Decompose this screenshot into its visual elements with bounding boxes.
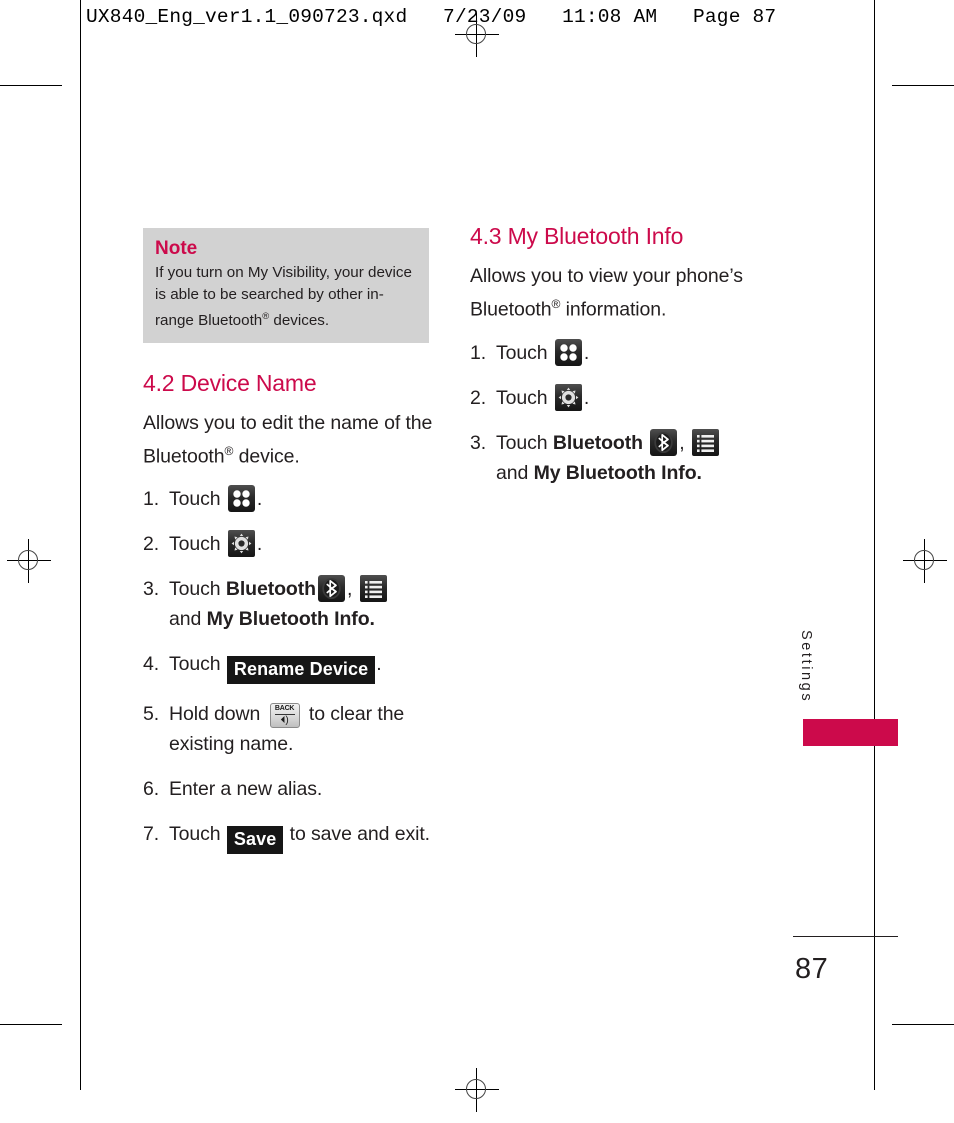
step-text-second-line: and xyxy=(496,461,529,484)
step-text-after: . xyxy=(256,533,263,556)
step-number: 7. xyxy=(143,823,160,846)
crop-mark-top-right-h xyxy=(892,85,954,86)
note-body-line-3-post: devices. xyxy=(269,312,330,330)
step-number: 3. xyxy=(470,431,487,454)
step-text-after: to save and exit. xyxy=(289,823,430,846)
step-text: Touch xyxy=(169,823,221,846)
step-item: 2. Touch . xyxy=(470,383,770,413)
bluetooth-icon[interactable] xyxy=(317,575,345,603)
page-number: 87 xyxy=(795,953,829,985)
grid-apps-icon[interactable] xyxy=(554,338,582,366)
gear-settings-icon[interactable] xyxy=(554,383,582,411)
step-text: Hold down xyxy=(169,703,261,726)
note-body: If you turn on My Visibility, your devic… xyxy=(155,262,417,332)
step-item: 1. Touch . xyxy=(143,484,443,514)
crop-mark-top-right-v xyxy=(874,0,875,66)
chapter-tab-bar xyxy=(803,719,898,746)
folio-rule xyxy=(793,936,898,937)
step-number: 6. xyxy=(143,778,160,801)
step-separator: , xyxy=(346,578,353,601)
save-button[interactable]: Save xyxy=(226,826,284,855)
list-menu-icon[interactable] xyxy=(691,428,719,456)
print-header-line: UX840_Eng_ver1.1_090723.qxd 7/23/09 11:0… xyxy=(86,6,777,28)
device-name-intro-post: device. xyxy=(233,445,300,468)
registration-mark-right xyxy=(903,539,947,583)
my-bluetooth-info-intro: Allows you to view your phone’s Bluetoot… xyxy=(470,262,770,324)
section-title-device-name: 4.2 Device Name xyxy=(143,369,317,396)
step-number: 1. xyxy=(143,488,160,511)
step-text: Touch xyxy=(496,341,548,364)
device-name-intro: Allows you to edit the name of the Bluet… xyxy=(143,409,443,471)
step-number: 1. xyxy=(470,341,487,364)
registration-mark-left xyxy=(7,539,51,583)
crop-mark-bottom-right-v xyxy=(874,1024,875,1090)
step-number: 3. xyxy=(143,578,160,601)
step-number: 4. xyxy=(143,653,160,676)
step-text: Enter a new alias. xyxy=(169,778,323,801)
device-name-steps: 1. Touch . 2. Touch . 3. Touch Bluetooth… xyxy=(143,484,443,855)
back-clear-key-icon[interactable]: BACK ⏴) xyxy=(269,703,300,729)
crop-mark-top-left-v xyxy=(80,0,81,66)
crop-mark-bottom-left-v xyxy=(80,1024,81,1090)
step-item: 5. Hold down BACK ⏴) to clear the existi… xyxy=(143,699,443,759)
step-item: 7. Touch Save to save and exit. xyxy=(143,819,443,855)
crop-mark-top-left-h xyxy=(0,85,62,86)
note-title: Note xyxy=(155,238,198,259)
step-text: Touch xyxy=(496,386,548,409)
step-item: 1. Touch . xyxy=(470,338,770,368)
step-item: 2. Touch . xyxy=(143,529,443,559)
bluetooth-menu-label: Bluetooth xyxy=(225,578,316,601)
step-item: 3. Touch Bluetooth , and My Bluetooth In… xyxy=(143,574,443,634)
crop-mark-bottom-left-h xyxy=(0,1024,62,1025)
chapter-tab-label: Settings xyxy=(798,630,814,704)
step-text: Touch xyxy=(169,488,221,511)
printed-page: UX840_Eng_ver1.1_090723.qxd 7/23/09 11:0… xyxy=(0,0,954,1123)
section-title-my-bluetooth-info: 4.3 My Bluetooth Info xyxy=(470,223,684,249)
step-text: Touch xyxy=(169,578,221,601)
page-edge-left xyxy=(80,66,81,1024)
step-number: 2. xyxy=(470,386,487,409)
left-column: Note If you turn on My Visibility, your … xyxy=(143,228,443,869)
step-text: Touch xyxy=(169,653,221,676)
step-text-after: . xyxy=(256,488,263,511)
step-text: Touch xyxy=(496,431,548,454)
my-bluetooth-info-label: My Bluetooth Info. xyxy=(533,461,702,484)
back-key-label: BACK xyxy=(274,705,295,713)
step-text-second-line: and xyxy=(169,608,202,631)
bluetooth-icon[interactable] xyxy=(650,428,678,456)
step-item: 4. Touch Rename Device. xyxy=(143,649,443,685)
step-text-after: . xyxy=(583,386,590,409)
note-callout: Note If you turn on My Visibility, your … xyxy=(143,228,429,343)
registration-mark-bottom xyxy=(455,1068,499,1112)
step-text-second-line: existing name. xyxy=(169,733,294,756)
step-separator: , xyxy=(679,431,685,454)
step-item: 3. Touch Bluetooth , and My Bluetooth In… xyxy=(470,428,770,488)
crop-mark-bottom-right-h xyxy=(892,1024,954,1025)
my-bluetooth-info-intro-post: information. xyxy=(560,298,667,321)
gear-settings-icon[interactable] xyxy=(227,530,255,558)
step-number: 2. xyxy=(143,533,160,556)
step-text-after: . xyxy=(583,341,590,364)
list-menu-icon[interactable] xyxy=(359,575,387,603)
registered-mark: ® xyxy=(224,443,234,458)
my-bluetooth-info-steps: 1. Touch . 2. Touch . 3. Touch Bluetooth… xyxy=(470,338,770,488)
grid-apps-icon[interactable] xyxy=(227,485,255,513)
step-text: Touch xyxy=(169,533,221,556)
registered-mark: ® xyxy=(551,297,561,311)
my-bluetooth-info-label: My Bluetooth Info. xyxy=(206,608,375,631)
step-number: 5. xyxy=(143,703,160,726)
step-text-after: to clear the xyxy=(308,703,405,726)
step-item: 6. Enter a new alias. xyxy=(143,774,443,804)
right-column: 4.3 My Bluetooth Info Allows you to view… xyxy=(470,222,770,503)
page-edge-right xyxy=(874,66,875,1024)
bluetooth-menu-label: Bluetooth xyxy=(552,431,643,454)
note-body-line-1: If you turn on My Visibility, your xyxy=(155,264,364,281)
rename-device-button[interactable]: Rename Device xyxy=(226,656,376,685)
speaker-icon: ⏴) xyxy=(280,715,289,727)
step-text-after: . xyxy=(376,653,382,676)
